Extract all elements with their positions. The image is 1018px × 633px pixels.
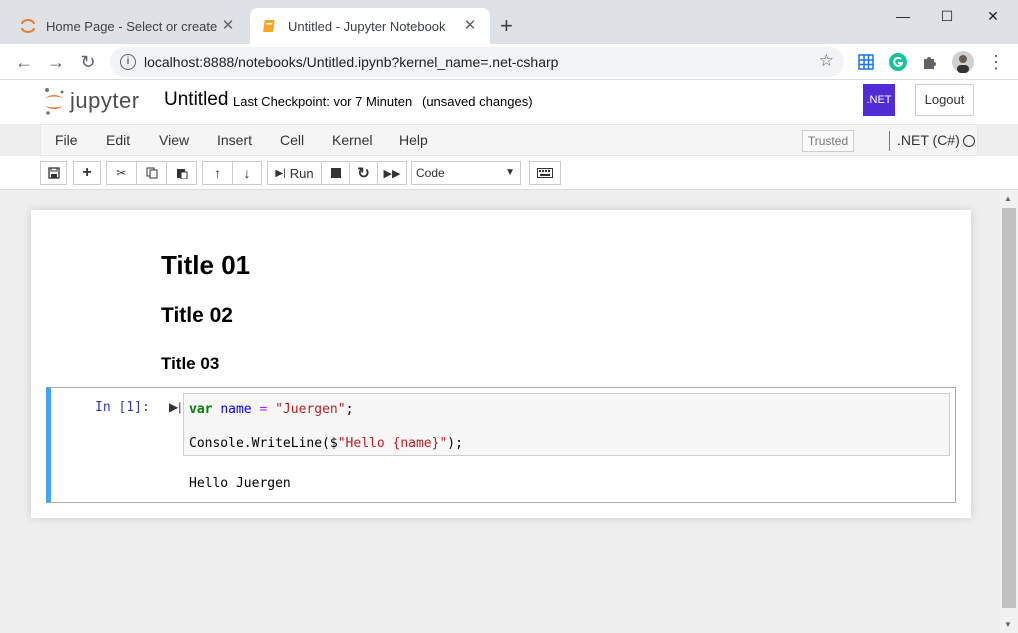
jupyter-logo-icon (45, 88, 64, 115)
maximize-button[interactable]: ☐ (924, 4, 970, 28)
close-icon[interactable]: ✕ (462, 18, 478, 34)
jupyter-header: jupyter Untitled Last Checkpoint: vor 7 … (0, 80, 1018, 124)
close-window-button[interactable]: ✕ (970, 4, 1016, 28)
paste-button[interactable] (166, 161, 197, 185)
copy-button[interactable] (136, 161, 167, 185)
markdown-heading-2[interactable]: Title 02 (161, 304, 233, 328)
back-arrow-icon[interactable]: ← (12, 50, 36, 74)
bookmark-star-icon[interactable]: ☆ (819, 51, 834, 71)
url-text[interactable]: localhost:8888/notebooks/Untitled.ipynb?… (144, 54, 558, 70)
extensions-puzzle-icon[interactable] (920, 52, 940, 72)
restart-button[interactable]: ↻ (349, 161, 378, 185)
cut-button[interactable]: ✂ (106, 161, 137, 185)
restart-run-all-button[interactable]: ▶▶ (377, 161, 407, 185)
grid-extension-icon[interactable] (856, 52, 876, 72)
jupyter-favicon-icon (21, 19, 35, 33)
menu-file[interactable]: File (55, 132, 78, 148)
menu-cell[interactable]: Cell (280, 132, 304, 148)
command-palette-button[interactable] (529, 161, 561, 185)
jupyter-logo[interactable]: jupyter (42, 86, 140, 116)
notebook-name[interactable]: Untitled (164, 89, 228, 111)
info-icon[interactable]: i (120, 54, 136, 70)
menu-insert[interactable]: Insert (217, 132, 252, 148)
jupyter-wordmark: jupyter (70, 88, 140, 113)
run-label: Run (289, 165, 314, 181)
cell-output: Hello Juergen (189, 476, 291, 491)
new-tab-button[interactable]: + (500, 13, 513, 39)
forward-arrow-icon[interactable]: → (44, 50, 68, 74)
close-icon[interactable]: ✕ (220, 18, 236, 34)
scrollbar[interactable]: ▲ ▼ (1000, 190, 1018, 633)
keyboard-icon (537, 168, 553, 178)
chevron-down-icon: ▼ (505, 167, 515, 178)
notebook-toolbar: + ✂ ↑ ↓ ▶| Run ↻ ▶▶ Code ▼ (0, 156, 1018, 190)
run-button[interactable]: ▶| Run (267, 161, 322, 185)
save-button[interactable] (40, 161, 67, 185)
menu-edit[interactable]: Edit (106, 132, 130, 148)
grammarly-icon[interactable] (888, 52, 908, 72)
run-cell-icon[interactable]: ▶| (169, 400, 181, 414)
cell-type-value: Code (416, 166, 445, 180)
arrow-up-icon: ↑ (214, 165, 221, 181)
tab-title: Home Page - Select or create a n (46, 18, 220, 34)
fast-forward-icon: ▶▶ (383, 167, 401, 180)
restart-icon: ↻ (357, 165, 370, 182)
tab-untitled-notebook[interactable]: Untitled - Jupyter Notebook ✕ (250, 8, 490, 44)
autosave-status: (unsaved changes) (422, 94, 533, 109)
kernel-idle-indicator-icon (963, 135, 975, 147)
kernel-name: .NET (C#) (897, 132, 960, 148)
menubar: File Edit View Insert Cell Kernel Help T… (40, 124, 978, 156)
trusted-indicator[interactable]: Trusted (802, 130, 854, 152)
notebook-container: Title 01 Title 02 Title 03 In [1]: ▶| va… (31, 210, 971, 518)
paste-icon (176, 169, 187, 179)
interrupt-button[interactable] (321, 161, 350, 185)
stop-icon (330, 168, 341, 178)
markdown-heading-3[interactable]: Title 03 (161, 354, 219, 374)
arrow-down-icon: ↓ (243, 165, 251, 181)
address-toolbar: ← → ↻ i localhost:8888/notebooks/Untitle… (0, 44, 1018, 80)
insert-cell-button[interactable]: + (73, 161, 101, 185)
scroll-down-icon[interactable]: ▼ (1004, 620, 1012, 629)
cell-type-select[interactable]: Code ▼ (411, 161, 521, 185)
divider (889, 131, 890, 151)
input-prompt: In [1]: (95, 400, 150, 415)
move-down-button[interactable]: ↓ (232, 161, 262, 185)
code-line-2: Console.WriteLine($"Hello {name}"); (189, 436, 463, 451)
scrollbar-thumb[interactable] (1002, 208, 1016, 608)
code-cell[interactable]: In [1]: ▶| var name = "Juergen"; Console… (46, 387, 956, 503)
step-forward-icon: ▶| (275, 167, 286, 179)
tab-title: Untitled - Jupyter Notebook (288, 18, 446, 34)
dotnet-badge: .NET (863, 84, 895, 116)
plus-icon: + (82, 164, 92, 181)
tab-home-page[interactable]: Home Page - Select or create a n ✕ (8, 8, 248, 44)
menu-view[interactable]: View (159, 132, 189, 148)
code-editor[interactable]: var name = "Juergen"; Console.WriteLine(… (183, 393, 950, 456)
save-icon (47, 167, 60, 179)
checkpoint-status: Last Checkpoint: vor 7 Minuten (233, 94, 413, 109)
scissors-icon: ✂ (116, 166, 127, 180)
logout-button[interactable]: Logout (915, 84, 974, 116)
markdown-heading-1[interactable]: Title 01 (161, 250, 250, 281)
move-up-button[interactable]: ↑ (202, 161, 233, 185)
reload-icon[interactable]: ↻ (76, 50, 100, 74)
more-menu-icon[interactable]: ⋮ (984, 50, 1008, 74)
menu-help[interactable]: Help (399, 132, 428, 148)
copy-icon (146, 167, 157, 179)
menu-kernel[interactable]: Kernel (332, 132, 372, 148)
notebook-favicon-icon (263, 20, 275, 32)
browser-tab-bar: Home Page - Select or create a n ✕ Untit… (0, 0, 1018, 44)
code-line-1: var name = "Juergen"; (189, 402, 354, 417)
url-bar[interactable]: i localhost:8888/notebooks/Untitled.ipyn… (110, 47, 844, 77)
scroll-up-icon[interactable]: ▲ (1004, 194, 1012, 203)
profile-avatar[interactable] (952, 51, 974, 73)
minimize-button[interactable]: — (880, 4, 926, 28)
